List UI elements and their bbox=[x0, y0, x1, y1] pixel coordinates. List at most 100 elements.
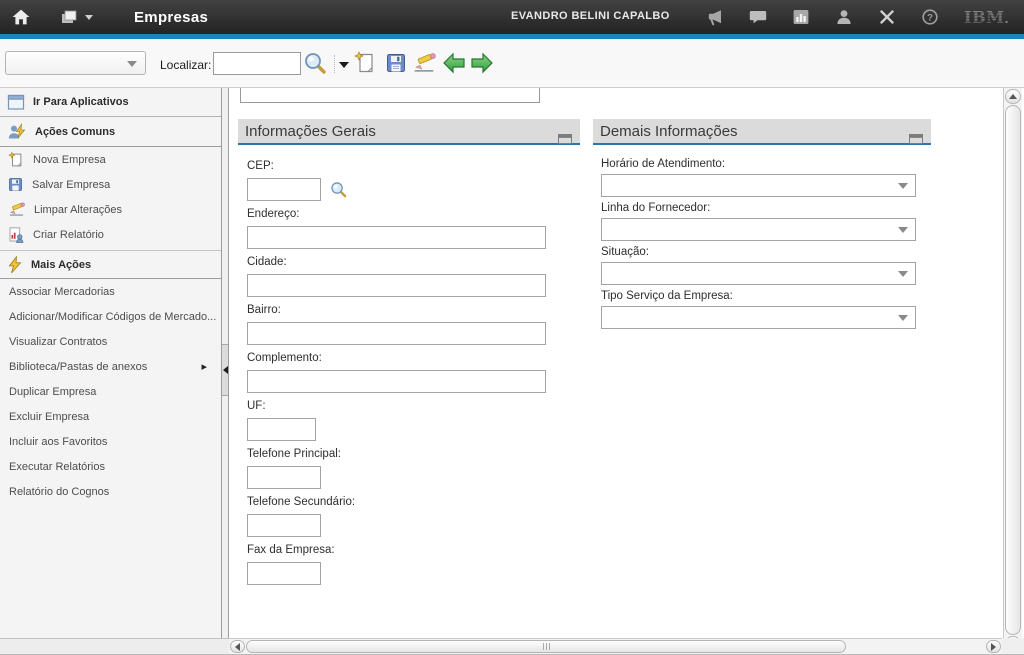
horizontal-scrollbar[interactable] bbox=[229, 638, 1002, 654]
field-cidade: Cidade: bbox=[247, 256, 549, 297]
action-associar-mercadorias[interactable]: Associar Mercadorias bbox=[0, 279, 221, 304]
form-scroll-region: Informações Gerais Demais Informações CE… bbox=[229, 88, 1003, 638]
fax-empresa-label: Fax da Empresa: bbox=[247, 544, 549, 556]
new-record-icon bbox=[7, 151, 25, 169]
scroll-up-button[interactable] bbox=[1005, 89, 1021, 104]
action-visualizar-contratos[interactable]: Visualizar Contratos bbox=[0, 329, 221, 354]
situacao-label: Situação: bbox=[601, 246, 917, 258]
action-limpar-alteracoes[interactable]: Limpar Alterações bbox=[0, 197, 221, 222]
chevron-down-icon bbox=[898, 271, 908, 277]
sidebar-collapse-handle[interactable] bbox=[222, 344, 228, 396]
field-cep: CEP: bbox=[247, 160, 549, 201]
save-icon bbox=[7, 176, 24, 193]
horario-atendimento-label: Horário de Atendimento: bbox=[601, 158, 917, 170]
sidebar-footer-strip bbox=[0, 638, 229, 654]
new-record-icon[interactable] bbox=[352, 50, 378, 76]
section-header-demais-informacoes: Demais Informações bbox=[593, 119, 931, 145]
announcements-icon[interactable] bbox=[704, 6, 726, 28]
field-uf: UF: bbox=[247, 400, 549, 441]
chevron-down-icon bbox=[898, 315, 908, 321]
action-incluir-aos-favoritos[interactable]: Incluir aos Favoritos bbox=[0, 429, 221, 454]
minimize-section-icon[interactable] bbox=[558, 127, 572, 152]
bairro-label: Bairro: bbox=[247, 304, 549, 316]
linha-fornecedor-input[interactable] bbox=[602, 219, 893, 240]
situacao-input[interactable] bbox=[602, 263, 893, 284]
applications-window-icon bbox=[7, 94, 25, 111]
clipped-field-above[interactable] bbox=[240, 88, 540, 103]
go-to-menu-icon[interactable] bbox=[58, 6, 94, 28]
sidebar-splitter[interactable] bbox=[222, 88, 229, 638]
svg-text:IBM: IBM bbox=[964, 8, 1005, 26]
close-icon[interactable] bbox=[876, 6, 898, 28]
horario-atendimento-input[interactable] bbox=[602, 175, 893, 196]
action-salvar-empresa[interactable]: Salvar Empresa bbox=[0, 172, 221, 197]
complemento-input[interactable] bbox=[247, 370, 546, 393]
cidade-input[interactable] bbox=[247, 274, 546, 297]
scrollbar-corner bbox=[1002, 638, 1024, 654]
fax-empresa-input[interactable] bbox=[247, 562, 321, 585]
search-icon[interactable] bbox=[302, 50, 328, 76]
profile-icon[interactable] bbox=[833, 6, 855, 28]
minimize-section-icon[interactable] bbox=[909, 127, 923, 152]
action-criar-relatorio[interactable]: Criar Relatório bbox=[0, 222, 221, 247]
action-biblioteca-pastas-anexos[interactable]: Biblioteca/Pastas de anexos ▸ bbox=[0, 354, 221, 379]
telefone-secundario-input[interactable] bbox=[247, 514, 321, 537]
action-adicionar-modificar-codigos[interactable]: Adicionar/Modificar Códigos de Mercado..… bbox=[0, 304, 221, 329]
cep-input[interactable] bbox=[247, 178, 321, 201]
vertical-scroll-thumb[interactable] bbox=[1005, 105, 1021, 635]
more-actions-lightning-icon bbox=[7, 256, 23, 274]
common-actions-header: Ações Comuns bbox=[0, 117, 221, 147]
main-form-area: Informações Gerais Demais Informações CE… bbox=[229, 88, 1024, 654]
linha-fornecedor-select[interactable] bbox=[601, 218, 916, 241]
sidebar-item-go-to-applications[interactable]: Ir Para Aplicativos bbox=[0, 88, 221, 117]
reports-icon[interactable] bbox=[790, 6, 812, 28]
action-nova-empresa[interactable]: Nova Empresa bbox=[0, 147, 221, 172]
application-window: Empresas EVANDRO BELINI CAPALBO ? bbox=[0, 0, 1024, 655]
right-arrow-icon bbox=[991, 643, 996, 651]
cep-lookup-icon[interactable] bbox=[329, 180, 348, 199]
action-executar-relatorios[interactable]: Executar Relatórios bbox=[0, 454, 221, 479]
home-icon[interactable] bbox=[10, 6, 32, 28]
toolbar-separator bbox=[334, 55, 335, 73]
top-navigation-bar: Empresas EVANDRO BELINI CAPALBO ? bbox=[0, 0, 1024, 34]
action-relatorio-cognos[interactable]: Relatório do Cognos bbox=[0, 479, 221, 504]
clear-changes-icon bbox=[7, 201, 26, 218]
vertical-scrollbar[interactable] bbox=[1003, 88, 1022, 652]
tipo-servico-select[interactable] bbox=[601, 306, 916, 329]
submenu-arrow-icon: ▸ bbox=[201, 360, 207, 373]
field-bairro: Bairro: bbox=[247, 304, 549, 345]
tipo-servico-input[interactable] bbox=[602, 307, 893, 328]
horizontal-scroll-thumb[interactable] bbox=[246, 640, 846, 653]
save-icon[interactable] bbox=[383, 50, 409, 76]
situacao-select[interactable] bbox=[601, 262, 916, 285]
field-telefone-secundario: Telefone Secundário: bbox=[247, 496, 549, 537]
collapse-arrow-icon bbox=[223, 366, 228, 374]
localizar-input[interactable] bbox=[213, 52, 301, 75]
horario-atendimento-select[interactable] bbox=[601, 174, 916, 197]
scroll-left-button[interactable] bbox=[230, 640, 245, 653]
help-icon[interactable]: ? bbox=[919, 6, 941, 28]
general-fields-column: CEP: Endereço: bbox=[247, 160, 549, 592]
field-linha-fornecedor: Linha do Fornecedor: bbox=[601, 202, 917, 241]
sidebar-navigation: Ir Para Aplicativos Ações Comuns Nova Em… bbox=[0, 88, 222, 638]
action-excluir-empresa[interactable]: Excluir Empresa bbox=[0, 404, 221, 429]
complemento-label: Complemento: bbox=[247, 352, 549, 364]
next-record-icon[interactable] bbox=[469, 50, 495, 76]
telefone-principal-input[interactable] bbox=[247, 466, 321, 489]
uf-input[interactable] bbox=[247, 418, 316, 441]
record-dropdown[interactable] bbox=[5, 51, 146, 75]
uf-label: UF: bbox=[247, 400, 549, 412]
action-duplicar-empresa[interactable]: Duplicar Empresa bbox=[0, 379, 221, 404]
scroll-right-button[interactable] bbox=[986, 640, 1001, 653]
common-actions-title: Ações Comuns bbox=[35, 126, 115, 138]
clear-changes-icon[interactable] bbox=[411, 50, 437, 76]
search-options-caret[interactable] bbox=[339, 62, 349, 68]
create-report-icon bbox=[7, 226, 25, 244]
chevron-down-icon bbox=[898, 183, 908, 189]
bairro-input[interactable] bbox=[247, 322, 546, 345]
user-name-label: EVANDRO BELINI CAPALBO bbox=[511, 10, 670, 22]
cidade-label: Cidade: bbox=[247, 256, 549, 268]
chat-icon[interactable] bbox=[747, 6, 769, 28]
previous-record-icon[interactable] bbox=[441, 50, 467, 76]
endereco-input[interactable] bbox=[247, 226, 546, 249]
